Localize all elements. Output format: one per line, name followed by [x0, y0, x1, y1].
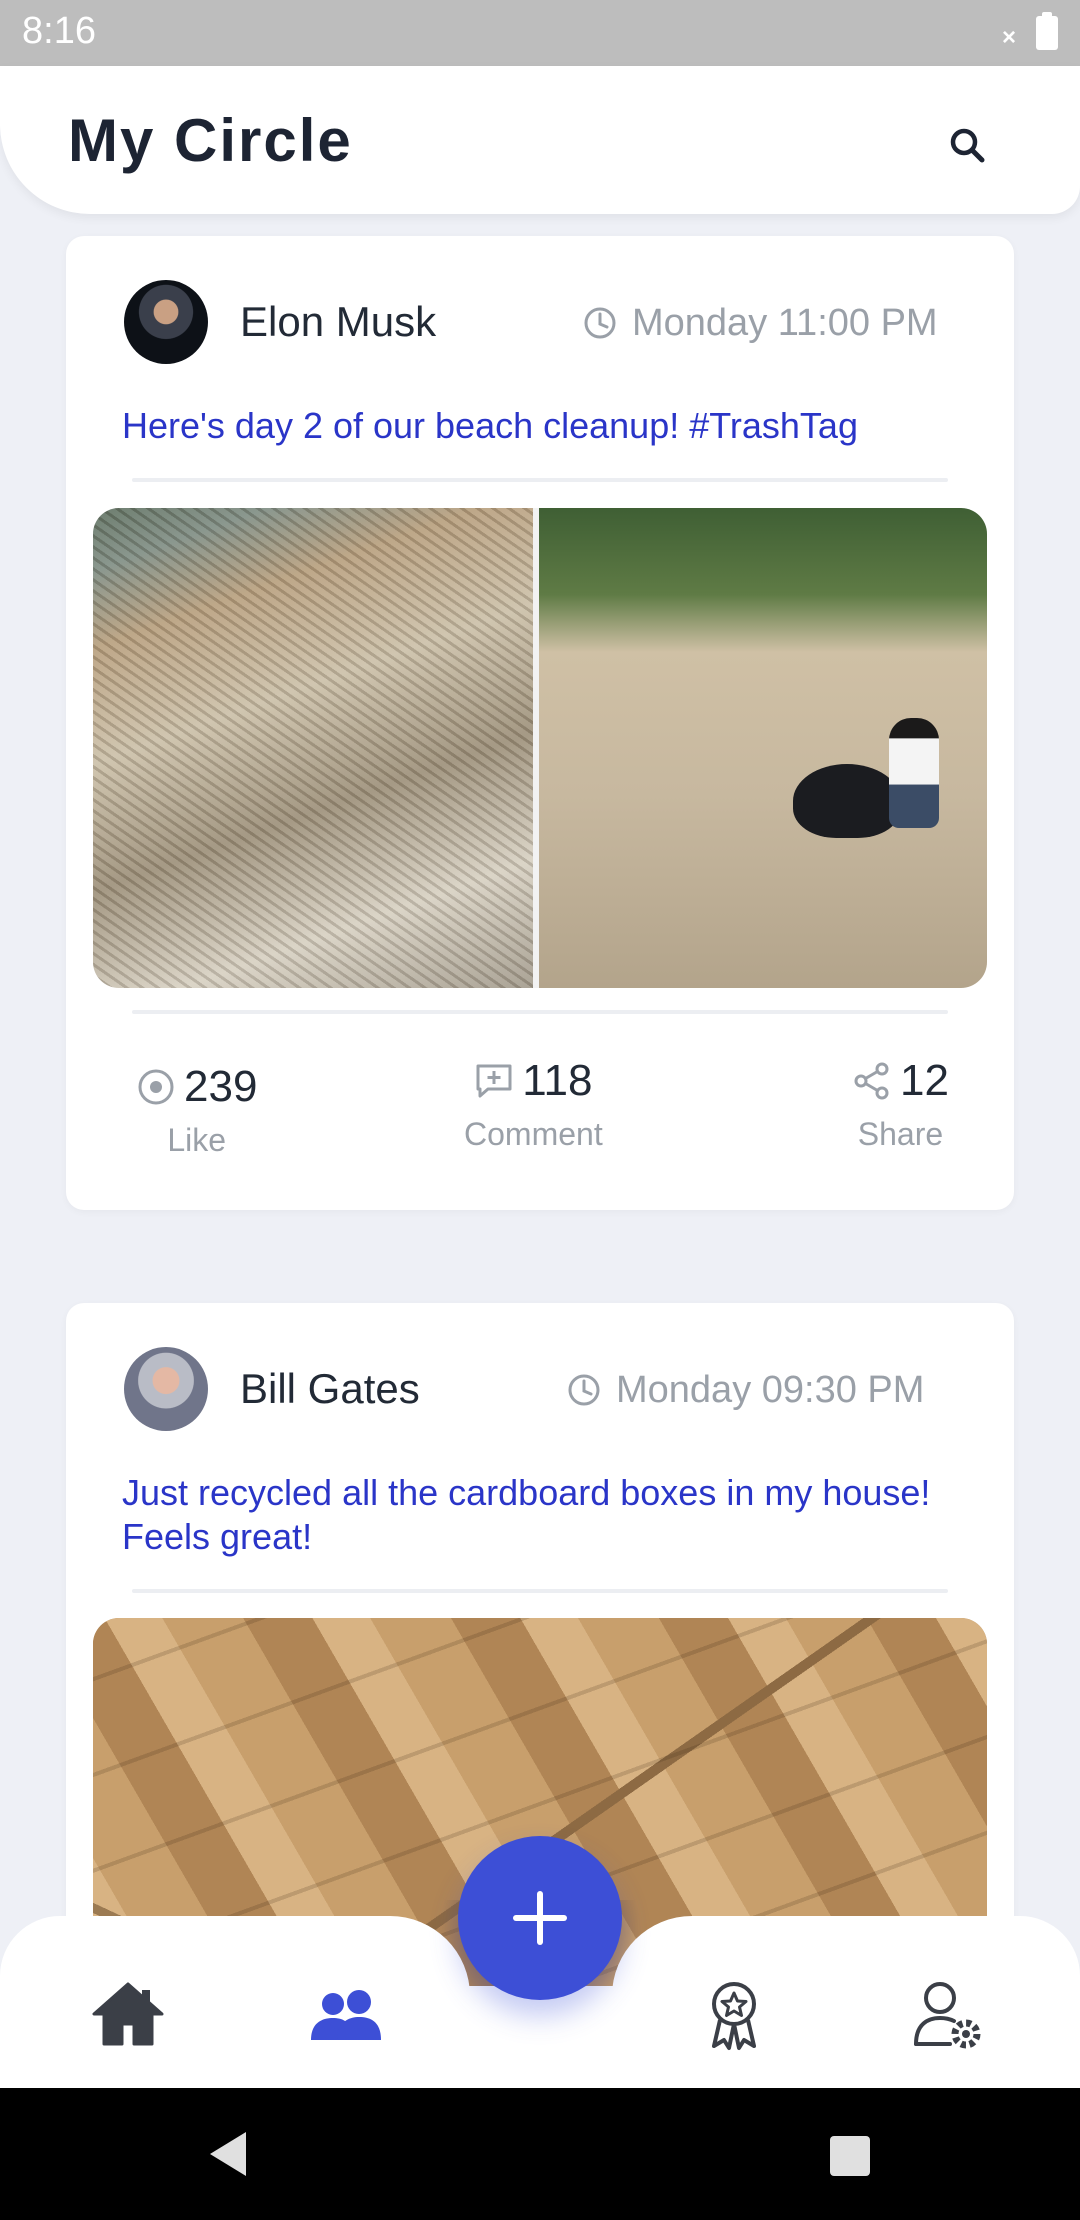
profile-settings-icon[interactable]	[908, 1974, 988, 2054]
post-author[interactable]: Bill Gates	[240, 1365, 420, 1413]
battery-icon	[1036, 12, 1058, 50]
post-author[interactable]: Elon Musk	[240, 298, 436, 346]
clock-icon	[582, 305, 618, 341]
page-title: My Circle	[68, 107, 353, 174]
like-count: 239	[184, 1062, 258, 1111]
nav-panel-right	[612, 1916, 1080, 2088]
comment-button[interactable]: 118 Comment	[464, 1056, 603, 1153]
status-bar: 8:16 ×	[0, 0, 1080, 66]
comment-icon	[474, 1061, 514, 1101]
recents-icon[interactable]	[830, 2136, 870, 2176]
divider	[132, 478, 948, 482]
share-label: Share	[857, 1116, 944, 1152]
post-timestamp: Monday 11:00 PM	[582, 302, 938, 345]
plus-icon	[513, 1891, 567, 1945]
system-nav-bar	[0, 2088, 1080, 2220]
share-button[interactable]: 12 Share	[852, 1056, 949, 1153]
search-icon[interactable]	[940, 118, 996, 174]
divider	[132, 1010, 948, 1014]
awards-icon[interactable]	[694, 1974, 774, 2054]
like-icon	[136, 1067, 176, 1107]
share-count: 12	[900, 1056, 949, 1105]
app-header: My Circle	[0, 66, 1080, 214]
like-button[interactable]: 239 Like	[136, 1062, 257, 1159]
avatar[interactable]	[124, 1347, 208, 1431]
share-icon	[852, 1061, 892, 1101]
status-time: 8:16	[22, 10, 96, 52]
divider	[132, 1589, 948, 1593]
like-label: Like	[167, 1122, 227, 1158]
home-icon[interactable]	[88, 1974, 168, 2054]
nav-panel-center	[440, 1986, 640, 2088]
trash-bag	[793, 764, 901, 838]
person	[889, 718, 939, 828]
beach-before-image	[93, 508, 533, 988]
post-image[interactable]	[93, 508, 987, 988]
post-timestamp: Monday 09:30 PM	[566, 1369, 924, 1412]
avatar[interactable]	[124, 280, 208, 364]
post-card: Elon Musk Monday 11:00 PM Here's day 2 o…	[66, 236, 1014, 1210]
back-icon[interactable]	[206, 2130, 250, 2178]
post-text: Just recycled all the cardboard boxes in…	[122, 1472, 931, 1557]
clock-icon	[566, 1372, 602, 1408]
add-post-button[interactable]	[458, 1836, 622, 2000]
circle-icon[interactable]	[305, 1974, 385, 2054]
post-text: Here's day 2 of our beach cleanup! #Tras…	[122, 405, 858, 446]
comment-label: Comment	[464, 1116, 603, 1152]
post-timestamp-text: Monday 09:30 PM	[616, 1369, 925, 1411]
post-timestamp-text: Monday 11:00 PM	[632, 302, 938, 344]
no-signal-icon: ×	[1002, 24, 1017, 51]
nav-panel-left	[0, 1916, 470, 2088]
comment-count: 118	[522, 1056, 593, 1105]
